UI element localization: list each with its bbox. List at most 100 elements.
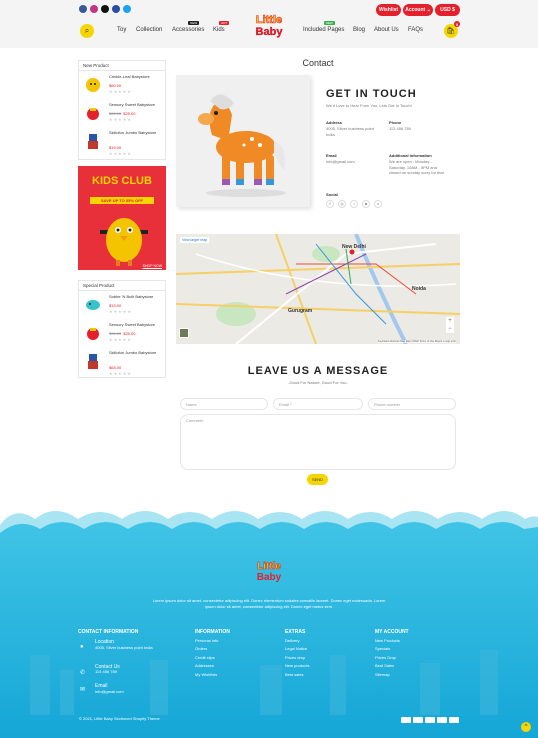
- facebook-icon[interactable]: [79, 5, 87, 13]
- product-item[interactable]: Sensory Sweet Babystore $30.00 $25.00 ★★★…: [83, 322, 167, 348]
- product-price: $15.00: [109, 303, 122, 308]
- product-price: $30.00 $25.00: [109, 111, 136, 116]
- discover-icon: [449, 717, 459, 723]
- search-icon[interactable]: ⌕: [80, 24, 94, 38]
- nav-faqs[interactable]: FAQs: [408, 27, 423, 33]
- instagram-icon[interactable]: [90, 5, 98, 13]
- product-image[interactable]: [83, 350, 103, 372]
- currency-selector[interactable]: USD $: [435, 4, 460, 16]
- footer-link[interactable]: Addresses: [195, 662, 230, 670]
- product-title[interactable]: Sensory Sweet Babystore: [109, 322, 155, 327]
- col-heading: INFORMATION: [195, 629, 230, 635]
- nav-accessories[interactable]: Accessories NEW: [172, 21, 204, 33]
- product-image[interactable]: [83, 102, 103, 124]
- product-image[interactable]: [83, 322, 103, 344]
- account-button[interactable]: Account ⌄: [403, 4, 433, 16]
- footer-link[interactable]: Personal info: [195, 637, 230, 645]
- footer-link[interactable]: Prices Drop: [375, 654, 409, 662]
- name-input[interactable]: Name: [180, 398, 268, 410]
- product-image[interactable]: [83, 130, 103, 152]
- header-social-links: [79, 5, 131, 13]
- footer-link[interactable]: Delivery: [285, 637, 309, 645]
- rating-stars: ★★★★★: [109, 117, 132, 122]
- map-label-noida: Noida: [412, 286, 426, 292]
- snapchat-icon[interactable]: [112, 5, 120, 13]
- nav-about-us[interactable]: About Us: [374, 27, 399, 33]
- map-attribution: Keyboard shortcuts Map data ©2022 Terms …: [378, 340, 456, 343]
- scroll-to-top-button[interactable]: ^: [521, 722, 531, 732]
- footer-link[interactable]: Legal Notice: [285, 645, 309, 653]
- footer-logo[interactable]: Little Baby: [244, 561, 294, 583]
- social-label: Social: [326, 192, 338, 197]
- footer-link[interactable]: New products: [285, 662, 309, 670]
- satellite-toggle[interactable]: [179, 328, 189, 338]
- phone-icon: ✆: [80, 670, 86, 676]
- rating-stars: ★★★★★: [109, 371, 132, 376]
- rating-stars: ★★★★★: [109, 89, 132, 94]
- wishlist-button[interactable]: Wishlist: [376, 4, 401, 16]
- nav-kids[interactable]: Kids HOT: [213, 21, 230, 33]
- product-title[interactable]: Sensory Sweet Babystore: [109, 102, 155, 107]
- nav-toy[interactable]: Toy: [117, 27, 126, 33]
- rating-stars: ★★★★★: [109, 337, 132, 342]
- tiktok-icon[interactable]: ♪: [350, 200, 358, 208]
- page-title: Contact: [302, 58, 334, 68]
- facebook-icon[interactable]: f: [326, 200, 334, 208]
- email-value[interactable]: info@gmail.com: [326, 159, 355, 165]
- footer-link[interactable]: My Wishlists: [195, 671, 230, 679]
- location-value: 4005, Silver business point India: [95, 645, 153, 650]
- new-badge: NEW: [323, 21, 335, 25]
- nav-collection[interactable]: Collection: [136, 27, 162, 33]
- email-input[interactable]: Email *: [273, 398, 363, 410]
- view-larger-map-link[interactable]: View larger map: [180, 237, 210, 243]
- rating-stars: ★★★★★: [109, 309, 132, 314]
- product-item[interactable]: Skillofun Jumbo Babystore $19.00 ★★★★★: [83, 130, 167, 156]
- footer-link[interactable]: Specials: [375, 645, 409, 653]
- shop-now-link[interactable]: SHOP NOW: [143, 264, 162, 268]
- product-title[interactable]: Crinkle-Leaf Babystore: [109, 74, 150, 79]
- product-item[interactable]: Skillofun Jumbo Babystore $65.00 ★★★★★: [83, 350, 167, 376]
- cart-icon[interactable]: 🛍 0: [444, 21, 460, 38]
- contact-subtitle: We'd Love to Hear From You, Lets Get In …: [326, 103, 412, 108]
- kids-club-banner[interactable]: KIDS CLUB SAVE UP TO 35% OFF SHOP NOW: [78, 166, 166, 270]
- footer-link[interactable]: Best Sales: [375, 662, 409, 670]
- product-item[interactable]: Sensory Sweet Babystore $30.00 $25.00 ★★★…: [83, 102, 167, 128]
- nav-blog[interactable]: Blog: [353, 27, 365, 33]
- footer-col-my-account: MY ACCOUNT New Products Specials Prices …: [375, 629, 409, 679]
- product-image[interactable]: [83, 294, 103, 316]
- nav-included-pages[interactable]: Included Pages NEW: [303, 21, 344, 33]
- footer-link[interactable]: Credit slips: [195, 654, 230, 662]
- comment-textarea[interactable]: Comment: [180, 414, 456, 470]
- product-price: $60.00: [109, 83, 122, 88]
- horse-toy-image: [176, 75, 310, 207]
- google-map[interactable]: View larger map New Delhi Noida Gurugram…: [176, 234, 460, 344]
- footer: Little Baby Lorem ipsum dolor sit amet, …: [0, 505, 538, 738]
- footer-link[interactable]: Prices drop: [285, 654, 309, 662]
- product-item[interactable]: Sobbe 'N Built Babystore $15.00 ★★★★★: [83, 294, 167, 320]
- product-item[interactable]: Crinkle-Leaf Babystore $60.00 ★★★★★: [83, 74, 167, 100]
- site-logo[interactable]: Little Baby: [244, 14, 294, 44]
- footer-link[interactable]: New Products: [375, 637, 409, 645]
- instagram-icon[interactable]: ◎: [338, 200, 346, 208]
- product-image[interactable]: [83, 74, 103, 96]
- send-button[interactable]: SEND: [307, 474, 328, 485]
- twitter-icon[interactable]: [123, 5, 131, 13]
- contact-info-heading: CONTACT INFORMATION: [78, 629, 139, 635]
- footer-link[interactable]: Best sales: [285, 671, 309, 679]
- phone-input[interactable]: Phone number: [368, 398, 456, 410]
- cart-count: 0: [454, 21, 460, 27]
- footer-link[interactable]: Orders: [195, 645, 230, 653]
- vimeo-icon[interactable]: v: [374, 200, 382, 208]
- mail-icon: ✉: [80, 687, 86, 693]
- product-title[interactable]: Sobbe 'N Built Babystore: [109, 294, 153, 299]
- footer-link[interactable]: Sitemap: [375, 671, 409, 679]
- snapchat-icon[interactable]: ♣: [362, 200, 370, 208]
- phone-value: 113 456 789: [389, 126, 411, 131]
- contact-us-value: 113 456 789: [95, 669, 117, 674]
- product-title[interactable]: Skillofun Jumbo Babystore: [109, 130, 156, 135]
- hot-badge: HOT: [218, 21, 230, 25]
- tiktok-icon[interactable]: [101, 5, 109, 13]
- product-title[interactable]: Skillofun Jumbo Babystore: [109, 350, 156, 355]
- email-value[interactable]: info@gmail.com: [95, 689, 124, 695]
- map-zoom-control[interactable]: + −: [446, 317, 454, 333]
